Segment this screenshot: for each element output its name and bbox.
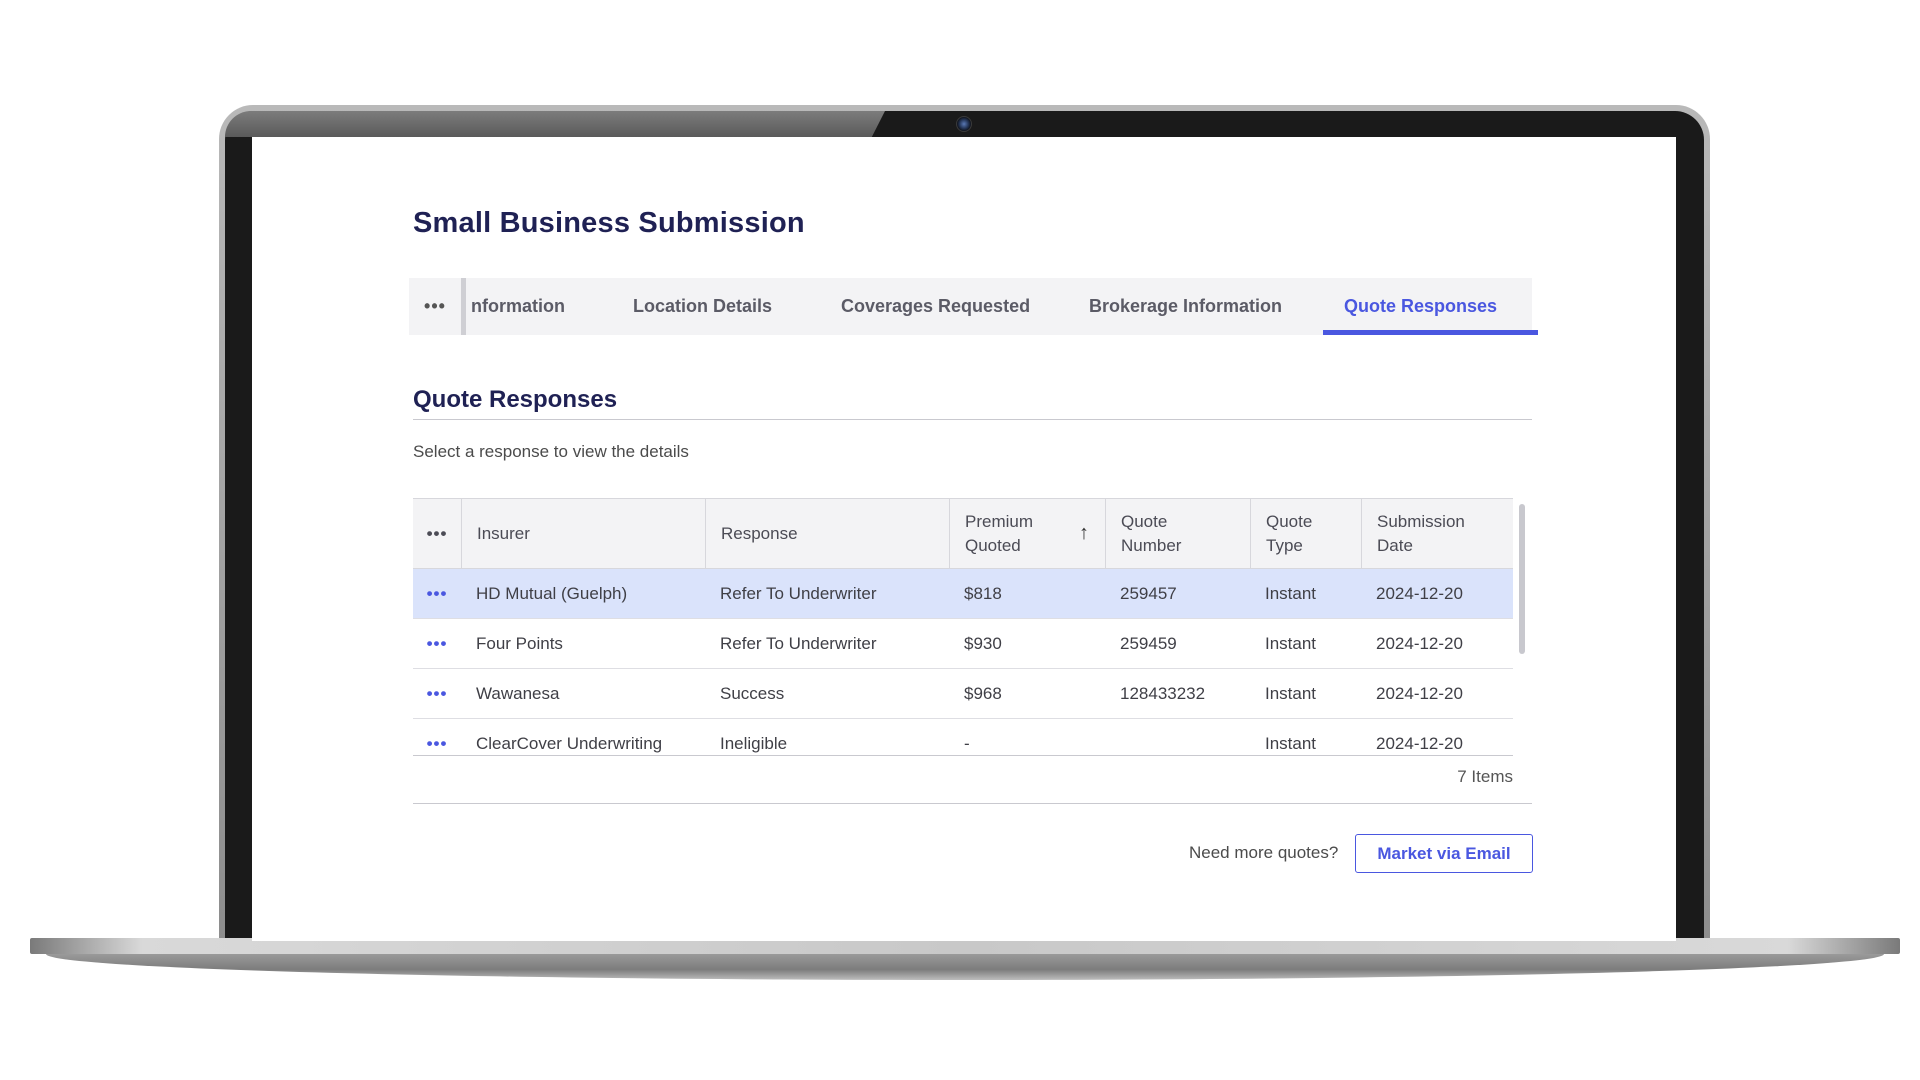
cell-quote-number: 128433232 [1120,684,1206,703]
cell-response: Ineligible [720,734,788,753]
table-row[interactable]: ••• HD Mutual (Guelph) Refer To Underwri… [413,569,1513,619]
laptop-base-shadow [46,954,1884,980]
cell-insurer: ClearCover Underwriting [476,734,663,753]
tab-information[interactable]: nformation [471,278,565,335]
app-screen: Small Business Submission ••• nformation… [252,137,1676,941]
table-row[interactable]: ••• Wawanesa Success $968 128433232 Inst… [413,669,1513,719]
column-header-response[interactable]: Response [705,499,949,568]
column-header-quote-number[interactable]: Quote Number [1105,499,1250,568]
helper-text: Select a response to view the details [413,442,689,461]
cell-quote-number: 259459 [1120,634,1177,653]
tab-bar: ••• nformation Location Details Coverage… [409,278,1538,335]
cell-response: Refer To Underwriter [720,634,877,653]
row-actions-button[interactable]: ••• [413,619,461,669]
table-scrollbar[interactable] [1519,504,1525,654]
cell-submission-date: 2024-12-20 [1376,584,1463,603]
cell-quote-type: Instant [1265,584,1317,603]
cell-quote-type: Instant [1265,634,1317,653]
table-row[interactable]: ••• ClearCover Underwriting Ineligible -… [413,719,1513,759]
row-actions-button[interactable]: ••• [413,669,461,719]
bezel-glare [225,111,885,137]
row-actions-button[interactable]: ••• [413,719,461,759]
page-title: Small Business Submission [413,207,805,239]
tabs-overflow-button[interactable]: ••• [409,278,466,335]
table-row[interactable]: ••• Four Points Refer To Underwriter $93… [413,619,1513,669]
row-actions-button[interactable]: ••• [413,569,461,619]
active-tab-indicator [1323,330,1538,335]
tab-coverages-requested[interactable]: Coverages Requested [841,278,1030,335]
cell-response: Success [720,684,785,703]
section-title: Quote Responses [413,386,618,413]
cell-premium: $818 [964,584,1002,603]
cell-quote-number: 259457 [1120,584,1177,603]
column-header-premium[interactable]: Premium Quoted ↑ [949,499,1105,568]
tab-location-details[interactable]: Location Details [633,278,772,335]
cell-insurer: Wawanesa [476,684,560,703]
cell-quote-type: Instant [1265,734,1317,753]
column-header-submission-date[interactable]: Submission Date [1361,499,1513,568]
cell-premium: $968 [964,684,1002,703]
tab-quote-responses[interactable]: Quote Responses [1344,278,1497,335]
webcam-icon [956,116,972,132]
sort-ascending-icon[interactable]: ↑ [1079,521,1089,545]
footer-divider [413,803,1532,804]
tab-brokerage-information[interactable]: Brokerage Information [1089,278,1282,335]
market-via-email-button[interactable]: Market via Email [1355,834,1533,873]
cell-insurer: HD Mutual (Guelph) [476,584,628,603]
column-header-quote-type[interactable]: Quote Type [1250,499,1361,568]
quote-responses-table: ••• Insurer Response Premium Quoted ↑ Qu… [413,498,1532,803]
section-divider [413,419,1532,420]
items-count: 7 Items [1457,767,1513,786]
table-bottom-divider [413,755,1513,756]
cell-quote-number [1105,719,1120,759]
table-header: ••• Insurer Response Premium Quoted ↑ Qu… [413,498,1513,569]
column-header-premium-label: Premium Quoted [965,511,1034,555]
cell-submission-date: 2024-12-20 [1376,634,1463,653]
cell-insurer: Four Points [476,634,563,653]
column-options-button[interactable]: ••• [413,499,461,568]
need-more-quotes-text: Need more quotes? [1189,843,1339,862]
column-header-insurer[interactable]: Insurer [461,499,705,568]
cell-quote-type: Instant [1265,684,1317,703]
cell-submission-date: 2024-12-20 [1376,734,1463,753]
cell-response: Refer To Underwriter [720,584,877,603]
cell-premium: $930 [964,634,1002,653]
cell-submission-date: 2024-12-20 [1376,684,1463,703]
cell-premium: - [964,734,970,753]
